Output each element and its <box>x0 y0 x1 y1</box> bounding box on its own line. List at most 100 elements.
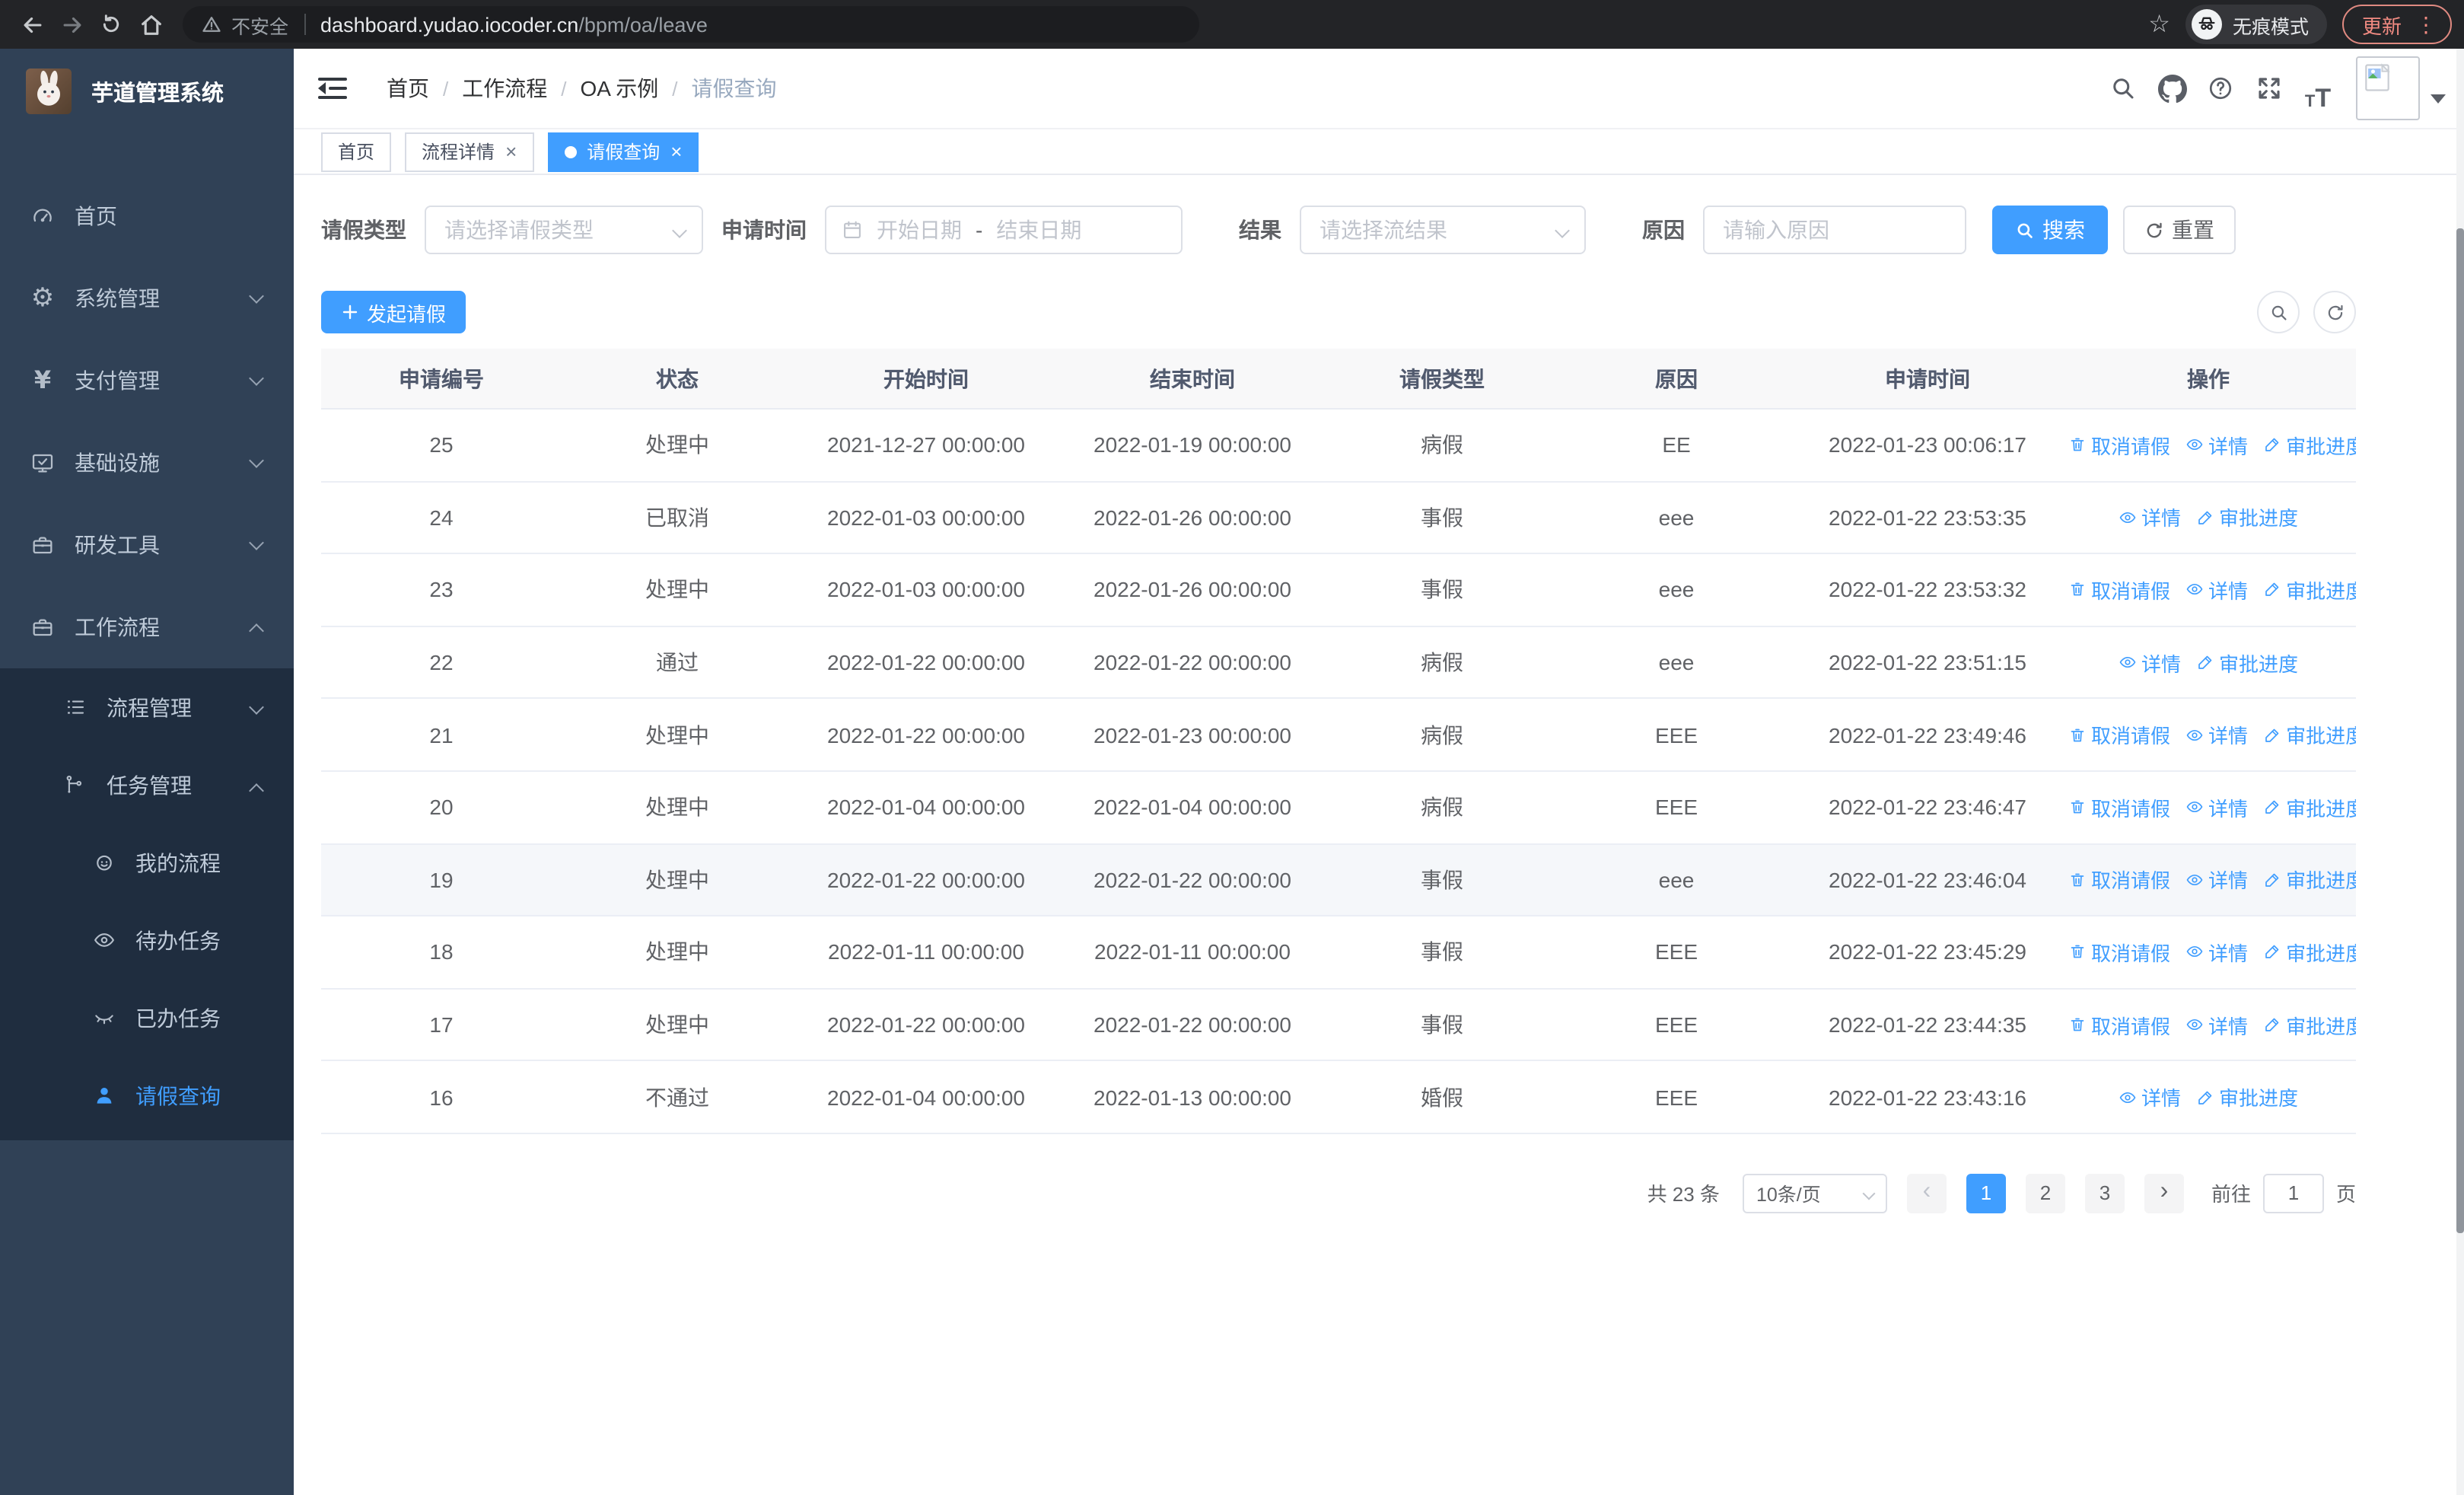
action-detail-link[interactable]: 详情 <box>2185 431 2248 460</box>
breadcrumb-item[interactable]: OA 示例 <box>581 73 659 104</box>
cell-type: 事假 <box>1421 577 1463 602</box>
apply-time-range-picker[interactable]: 开始日期 - 结束日期 <box>825 206 1183 254</box>
reset-button[interactable]: 重置 <box>2123 206 2236 254</box>
table-search-icon[interactable] <box>2257 291 2300 333</box>
tab-label: 流程详情 <box>422 142 495 163</box>
cell-start: 2022-01-03 00:00:00 <box>827 505 1025 530</box>
prev-page-button[interactable]: ‹ <box>1906 1173 1947 1213</box>
action-progress-link[interactable]: 审批进度 <box>2263 1010 2356 1039</box>
action-progress-link[interactable]: 审批进度 <box>2196 648 2298 677</box>
sidebar-item-devtools[interactable]: 研发工具 <box>0 504 294 586</box>
action-detail-link[interactable]: 详情 <box>2185 720 2248 749</box>
action-cancel-link[interactable]: 取消请假 <box>2068 1010 2170 1039</box>
chevron-up-icon <box>249 783 264 799</box>
table-row: 20 处理中 2022-01-04 00:00:00 2022-01-04 00:00… <box>321 772 2356 845</box>
sidebar-item-done-tasks[interactable]: 已办任务 <box>0 979 294 1057</box>
sidebar-item-system[interactable]: ⚙ 系统管理 <box>0 257 294 339</box>
home-icon[interactable] <box>131 5 170 44</box>
action-cancel-link[interactable]: 取消请假 <box>2068 720 2170 749</box>
sidebar-item-infra[interactable]: 基础设施 <box>0 422 294 504</box>
tab-home[interactable]: 首页 <box>321 132 392 171</box>
action-detail-link[interactable]: 详情 <box>2185 575 2248 604</box>
page-size-select[interactable]: 10条/页 <box>1742 1173 1887 1213</box>
action-cancel-link[interactable]: 取消请假 <box>2068 793 2170 822</box>
sidebar-item-my-process[interactable]: 我的流程 <box>0 824 294 901</box>
url-path[interactable]: /bpm/oa/leave <box>578 13 708 36</box>
leave-type-select[interactable]: 请选择请假类型 <box>425 206 703 254</box>
result-select[interactable]: 请选择流结果 <box>1300 206 1586 254</box>
next-page-button[interactable]: › <box>2144 1173 2184 1213</box>
action-cancel-link[interactable]: 取消请假 <box>2068 865 2170 894</box>
goto-page-input[interactable]: 1 <box>2262 1173 2324 1213</box>
action-progress-link[interactable]: 审批进度 <box>2263 938 2356 967</box>
cell-end: 2022-01-13 00:00:00 <box>1094 1085 1291 1110</box>
sidebar-item-todo-tasks[interactable]: 待办任务 <box>0 901 294 979</box>
avatar[interactable] <box>2356 56 2420 120</box>
task-icon <box>62 773 87 797</box>
reload-icon[interactable] <box>91 5 131 44</box>
cell-type: 事假 <box>1421 1012 1463 1038</box>
action-detail-link[interactable]: 详情 <box>2185 793 2248 822</box>
address-bar[interactable]: 不安全 dashboard.yudao.iocoder.cn /bpm/oa/l… <box>183 6 1199 43</box>
font-size-icon[interactable]: TT <box>2295 65 2341 111</box>
action-cancel-link[interactable]: 取消请假 <box>2068 938 2170 967</box>
page-button[interactable]: 2 <box>2025 1173 2065 1213</box>
close-icon[interactable] <box>670 142 682 161</box>
action-progress-link[interactable]: 审批进度 <box>2263 575 2356 604</box>
scrollbar-thumb[interactable] <box>2456 228 2464 1233</box>
cell-id: 17 <box>429 1012 454 1038</box>
cell-type: 事假 <box>1421 505 1463 530</box>
collapse-sidebar-icon[interactable] <box>318 77 347 100</box>
page-button[interactable]: 1 <box>1966 1173 2006 1213</box>
action-label: 审批进度 <box>2286 725 2356 748</box>
update-label[interactable]: 更新 <box>2362 10 2402 39</box>
bookmark-star-icon[interactable]: ☆ <box>2148 9 2170 40</box>
table-refresh-icon[interactable] <box>2313 291 2356 333</box>
sidebar-item-workflow[interactable]: 工作流程 <box>0 586 294 668</box>
chevron-down-icon[interactable] <box>2431 94 2446 104</box>
cell-actions: 取消请假 详情 审批进度 <box>2061 575 2356 604</box>
action-progress-link[interactable]: 审批进度 <box>2196 503 2298 532</box>
back-icon[interactable] <box>12 5 52 44</box>
action-progress-link[interactable]: 审批进度 <box>2263 720 2356 749</box>
url-host[interactable]: dashboard.yudao.iocoder.cn <box>320 13 578 36</box>
tab-leave-query[interactable]: 请假查询 <box>547 132 699 171</box>
cell-start: 2022-01-22 00:00:00 <box>827 722 1025 748</box>
security-label[interactable]: 不安全 <box>231 10 288 39</box>
action-detail-link[interactable]: 详情 <box>2185 1010 2248 1039</box>
github-icon[interactable] <box>2149 65 2195 111</box>
tab-process-detail[interactable]: 流程详情 <box>405 132 534 171</box>
forward-icon[interactable] <box>52 5 91 44</box>
action-cancel-link[interactable]: 取消请假 <box>2068 575 2170 604</box>
breadcrumb-item[interactable]: 工作流程 <box>462 73 547 104</box>
table-toolbar: 发起请假 <box>321 291 2356 333</box>
browser-menu-icon[interactable]: ⋮ <box>2415 11 2437 37</box>
action-progress-link[interactable]: 审批进度 <box>2263 793 2356 822</box>
action-progress-link[interactable]: 审批进度 <box>2196 1082 2298 1111</box>
breadcrumb-item[interactable]: 首页 <box>387 73 429 104</box>
action-progress-link[interactable]: 审批进度 <box>2263 865 2356 894</box>
update-button[interactable]: 更新 ⋮ <box>2341 5 2452 44</box>
action-detail-link[interactable]: 详情 <box>2119 503 2181 532</box>
sidebar-item-task-mgmt[interactable]: 任务管理 <box>0 746 294 824</box>
sidebar-item-leave-query[interactable]: 请假查询 <box>0 1057 294 1134</box>
sidebar-item-payment[interactable]: ¥ 支付管理 <box>0 339 294 422</box>
action-detail-link[interactable]: 详情 <box>2185 938 2248 967</box>
help-icon[interactable] <box>2198 65 2243 111</box>
close-icon[interactable] <box>505 142 517 161</box>
search-icon[interactable] <box>2100 65 2146 111</box>
action-cancel-link[interactable]: 取消请假 <box>2068 431 2170 460</box>
create-leave-button[interactable]: 发起请假 <box>321 291 466 333</box>
action-detail-link[interactable]: 详情 <box>2119 1082 2181 1111</box>
sidebar-item-process-mgmt[interactable]: 流程管理 <box>0 668 294 746</box>
create-leave-label: 发起请假 <box>367 302 447 325</box>
action-progress-link[interactable]: 审批进度 <box>2263 431 2356 460</box>
sidebar-item-home[interactable]: 首页 <box>0 175 294 257</box>
action-detail-link[interactable]: 详情 <box>2185 865 2248 894</box>
fullscreen-icon[interactable] <box>2246 65 2292 111</box>
action-detail-link[interactable]: 详情 <box>2119 648 2181 677</box>
delete-icon <box>2068 725 2087 744</box>
reason-input[interactable]: 请输入原因 <box>1703 206 1966 254</box>
search-button[interactable]: 搜索 <box>1992 206 2108 254</box>
page-button[interactable]: 3 <box>2084 1173 2125 1213</box>
